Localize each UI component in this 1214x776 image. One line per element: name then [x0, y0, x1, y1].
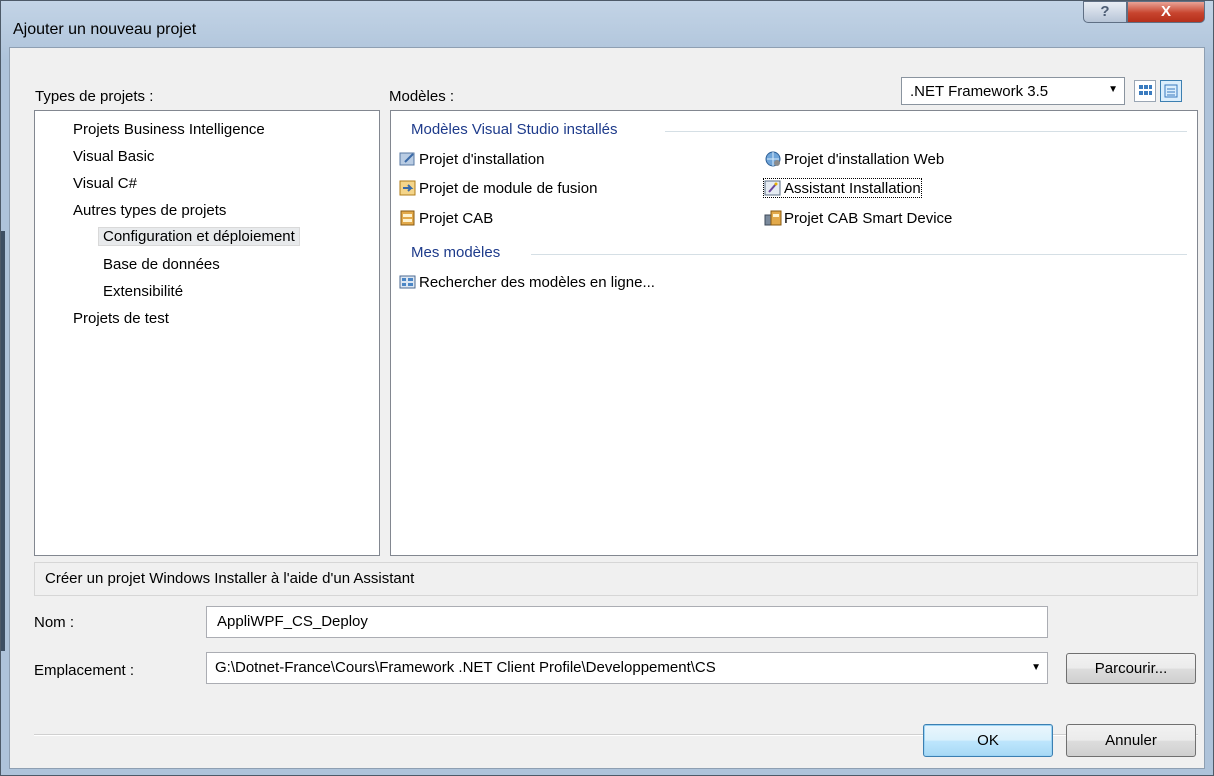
large-icons-view-button[interactable] [1134, 80, 1156, 102]
project-types-tree[interactable]: Projets Business Intelligence Visual Bas… [34, 110, 380, 556]
template-description: Créer un projet Windows Installer à l'ai… [34, 562, 1198, 596]
ok-button-label: OK [977, 732, 999, 749]
chevron-down-icon: ▼ [1108, 84, 1118, 95]
template-label: Projet de module de fusion [419, 179, 598, 197]
ok-button[interactable]: OK [923, 724, 1053, 757]
close-button[interactable]: X [1127, 1, 1205, 23]
template-search-online[interactable]: Rechercher des modèles en ligne... [399, 273, 655, 291]
my-templates-header: Mes modèles [411, 244, 501, 261]
tree-item-business-intelligence[interactable]: Projets Business Intelligence [73, 121, 265, 138]
browse-button[interactable]: Parcourir... [1066, 653, 1196, 684]
name-field[interactable]: AppliWPF_CS_Deploy [206, 606, 1048, 638]
dialog-client-area: Types de projets : Modèles : .NET Framew… [9, 47, 1205, 769]
tree-item-test-projects[interactable]: Projets de test [73, 310, 169, 327]
installed-templates-header: Modèles Visual Studio installés [411, 121, 618, 138]
web-setup-icon [764, 150, 782, 168]
large-icons-icon [1139, 85, 1152, 95]
tree-item-database[interactable]: Base de données [103, 256, 220, 273]
name-field-value: AppliWPF_CS_Deploy [217, 613, 368, 630]
tree-item-visual-basic[interactable]: Visual Basic [73, 148, 154, 165]
cancel-button-label: Annuler [1105, 732, 1157, 749]
template-label: Projet d'installation Web [784, 150, 945, 168]
online-templates-icon [399, 273, 417, 291]
cancel-button[interactable]: Annuler [1066, 724, 1196, 757]
my-templates-divider [531, 254, 1187, 255]
setup-wizard-icon [764, 179, 782, 197]
window-edge-shadow [1, 231, 5, 651]
template-installer-project[interactable]: Projet d'installation [399, 150, 544, 168]
list-view-icon [1164, 84, 1178, 98]
template-label: Projet CAB [419, 209, 494, 227]
merge-module-icon [399, 179, 417, 197]
window-title: Ajouter un nouveau projet [13, 21, 197, 38]
location-label: Emplacement : [34, 662, 135, 679]
template-label: Projet d'installation [419, 150, 545, 168]
template-smart-device-cab[interactable]: Projet CAB Smart Device [764, 209, 952, 227]
template-setup-wizard[interactable]: Assistant Installation [763, 178, 922, 198]
template-web-setup[interactable]: Projet d'installation Web [764, 150, 944, 168]
templates-label: Modèles : [389, 88, 455, 105]
project-types-label: Types de projets : [35, 88, 154, 105]
browse-button-label: Parcourir... [1094, 660, 1168, 677]
template-merge-module[interactable]: Projet de module de fusion [399, 179, 597, 197]
close-icon: X [1160, 3, 1171, 20]
tree-item-other-project-types[interactable]: Autres types de projets [73, 202, 226, 219]
templates-list[interactable]: Modèles Visual Studio installés Projet d… [390, 110, 1198, 556]
location-value: G:\Dotnet-France\Cours\Framework .NET Cl… [215, 659, 716, 676]
template-label: Assistant Installation [784, 179, 921, 197]
tree-item-extensibility[interactable]: Extensibilité [103, 283, 183, 300]
location-combobox[interactable]: G:\Dotnet-France\Cours\Framework .NET Cl… [206, 652, 1048, 684]
smart-device-cab-icon [764, 209, 782, 227]
title-bar[interactable]: Ajouter un nouveau projet ? X [1, 1, 1213, 47]
help-button[interactable]: ? [1083, 1, 1127, 23]
help-icon: ? [1100, 3, 1110, 20]
cab-project-icon [399, 209, 417, 227]
small-icons-view-button[interactable] [1160, 80, 1182, 102]
installed-templates-divider [665, 131, 1187, 132]
name-label: Nom : [34, 614, 75, 631]
framework-select-value: .NET Framework 3.5 [910, 83, 1049, 100]
template-cab-project[interactable]: Projet CAB [399, 209, 493, 227]
description-text: Créer un projet Windows Installer à l'ai… [45, 570, 415, 587]
tree-item-setup-deployment[interactable]: Configuration et déploiement [98, 227, 300, 246]
dialog-window: Ajouter un nouveau projet ? X Types de p… [0, 0, 1214, 776]
template-label: Rechercher des modèles en ligne... [419, 273, 655, 291]
framework-select[interactable]: .NET Framework 3.5 ▼ [901, 77, 1125, 105]
template-label: Projet CAB Smart Device [784, 209, 953, 227]
tree-item-visual-csharp[interactable]: Visual C# [73, 175, 137, 192]
chevron-down-icon: ▼ [1031, 662, 1041, 673]
installer-project-icon [399, 150, 417, 168]
